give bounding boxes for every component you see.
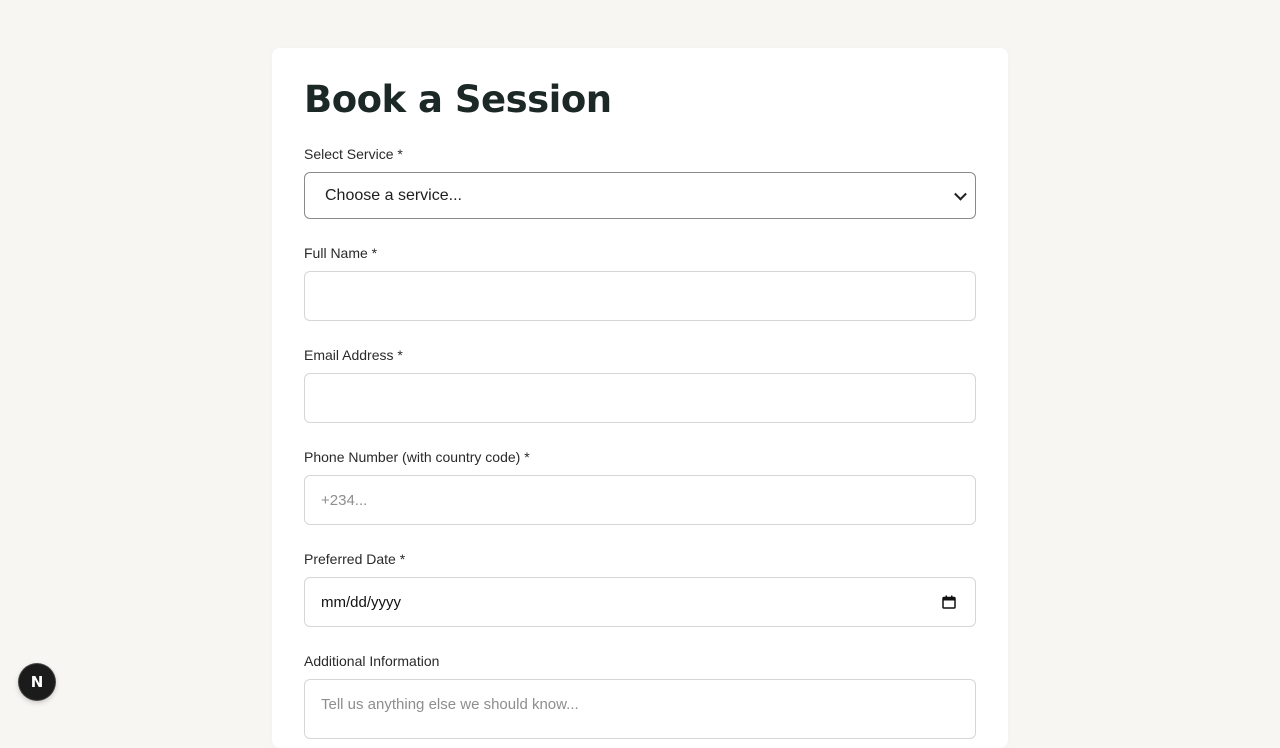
page-title: Book a Session	[304, 78, 612, 121]
date-value: mm/dd/yyyy	[321, 593, 402, 611]
additional-info-label: Additional Information	[304, 653, 440, 669]
booking-card: Book a Session Select Service * Choose a…	[272, 48, 1008, 748]
additional-info-placeholder: Tell us anything else we should know...	[321, 696, 579, 713]
email-field[interactable]	[304, 373, 976, 423]
phone-placeholder: +234...	[321, 491, 368, 509]
additional-info-textarea[interactable]: Tell us anything else we should know...	[304, 679, 976, 739]
email-label: Email Address *	[304, 347, 403, 363]
badge-letter: N	[30, 673, 44, 691]
full-name-field[interactable]	[304, 271, 976, 321]
service-select-value: Choose a service...	[325, 186, 462, 204]
full-name-label: Full Name *	[304, 245, 378, 261]
calendar-icon[interactable]	[942, 595, 956, 609]
phone-label: Phone Number (with country code) *	[304, 449, 530, 465]
phone-field[interactable]: +234...	[304, 475, 976, 525]
date-label: Preferred Date *	[304, 551, 406, 567]
date-field[interactable]: mm/dd/yyyy	[304, 577, 976, 627]
service-label: Select Service *	[304, 146, 403, 162]
chevron-down-icon	[954, 187, 967, 201]
dev-tools-badge[interactable]: N	[19, 664, 55, 700]
service-select[interactable]: Choose a service...	[304, 172, 976, 219]
